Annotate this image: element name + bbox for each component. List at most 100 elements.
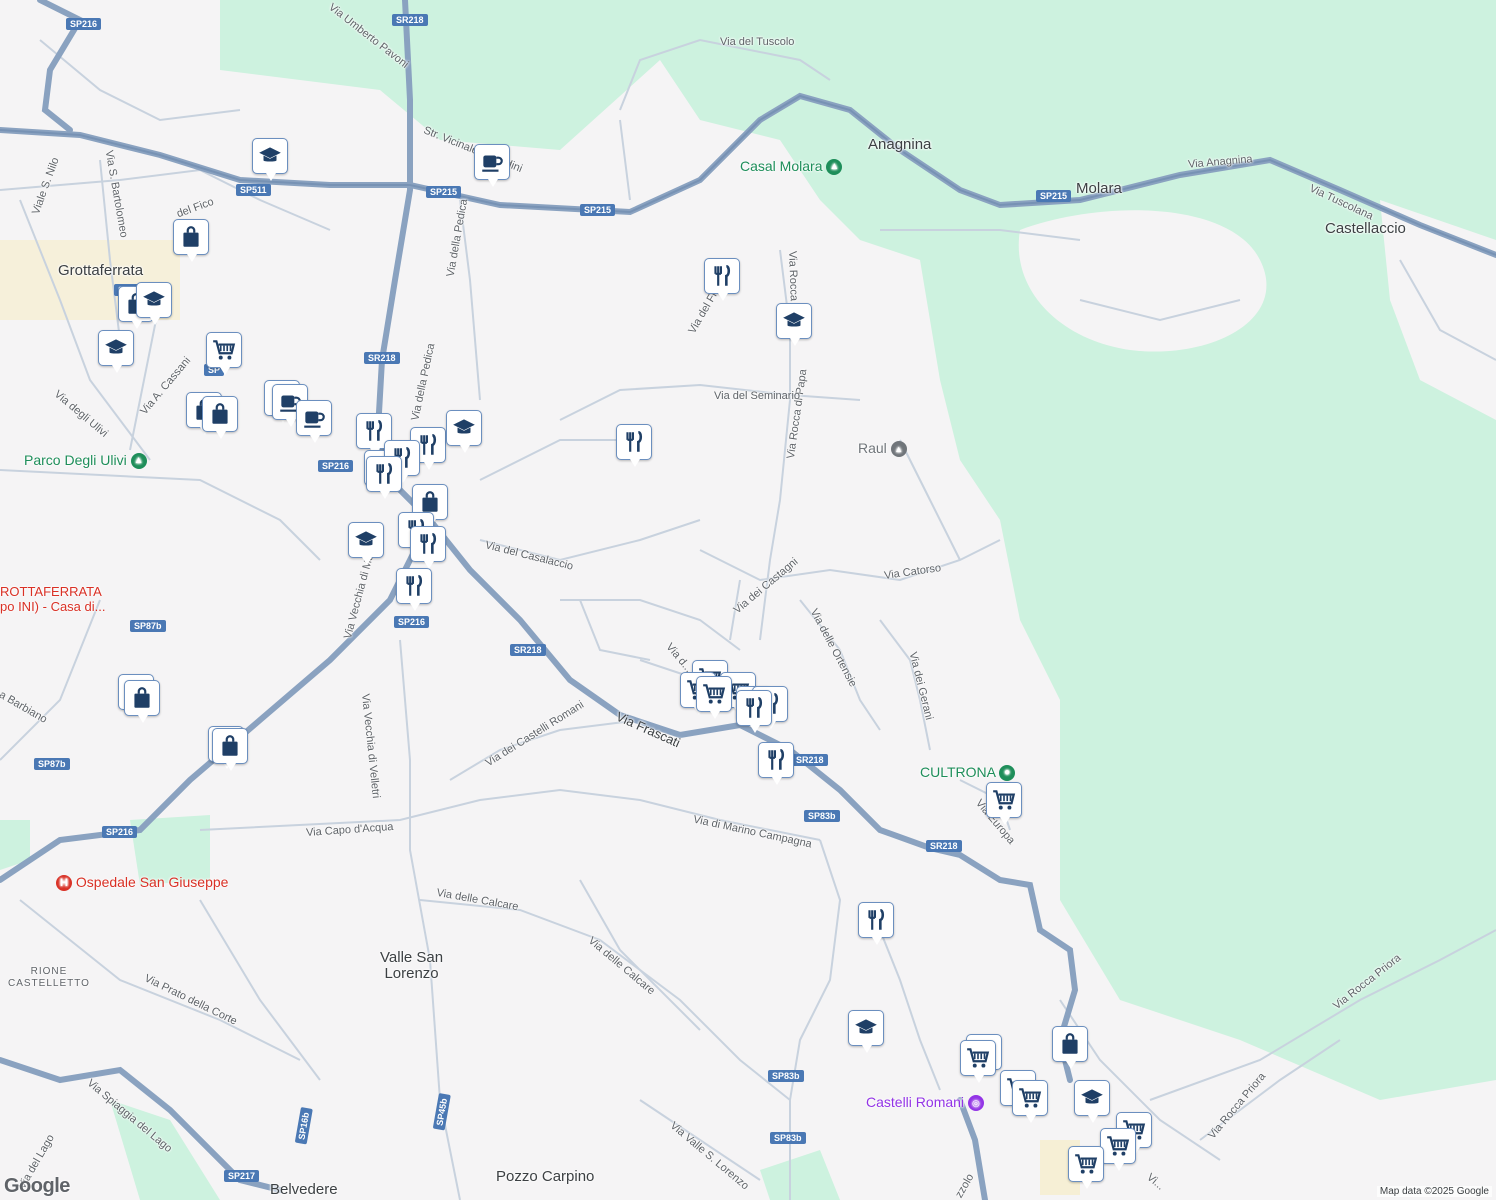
- shopping-bag-icon: [129, 685, 155, 711]
- place-label-belvedere: Belvedere: [270, 1181, 338, 1198]
- poi-pin[interactable]: [858, 902, 894, 945]
- road-shield: SP83b: [770, 1132, 806, 1144]
- restaurant-icon: [763, 747, 789, 773]
- cafe-icon: [479, 149, 505, 175]
- road-shield: SP216: [318, 460, 354, 472]
- shopping-bag-icon: [178, 224, 204, 250]
- poi-pin[interactable]: [474, 144, 510, 187]
- poi-pin[interactable]: [98, 330, 134, 373]
- poi-pin[interactable]: [410, 526, 446, 569]
- place-label-anagnina: Anagnina: [868, 136, 932, 153]
- poi-grottaferrata-clinic[interactable]: ROTTAFERRATA po INI) - Casa di...: [0, 584, 105, 614]
- school-icon: [853, 1015, 879, 1041]
- road-shield: SR218: [926, 840, 962, 852]
- poi-ospedale-san-giuseppe[interactable]: H Ospedale San Giuseppe: [56, 874, 228, 892]
- place-label-castellaccio: Castellaccio: [1325, 220, 1406, 237]
- road-shield: SP83b: [768, 1070, 804, 1082]
- road-shield: SP216: [394, 616, 430, 628]
- poi-pin[interactable]: [758, 742, 794, 785]
- poi-pin[interactable]: [252, 138, 288, 181]
- road-shield: SP215: [426, 186, 462, 198]
- road-shield: SP215: [1036, 190, 1072, 202]
- road-shield: SP217: [224, 1170, 260, 1182]
- tree-icon: ▲: [826, 159, 843, 176]
- grocery-cart-icon: [991, 787, 1017, 813]
- poi-pin[interactable]: [124, 680, 160, 723]
- hospital-icon: H: [56, 875, 72, 892]
- poi-castelli-romani[interactable]: Castelli Romani ◎: [866, 1094, 984, 1112]
- poi-pin[interactable]: [776, 303, 812, 346]
- poi-pin[interactable]: [1074, 1080, 1110, 1123]
- street-via-del-tuscolo: Via del Tuscolo: [720, 36, 795, 48]
- poi-pin[interactable]: [986, 782, 1022, 825]
- poi-pin[interactable]: [848, 1010, 884, 1053]
- shopping-bag-icon: [1057, 1031, 1083, 1057]
- road-shield: SR218: [792, 754, 828, 766]
- poi-pin[interactable]: [206, 332, 242, 375]
- poi-pin[interactable]: [616, 424, 652, 467]
- map-attribution: Map data ©2025 Google: [1376, 1186, 1492, 1197]
- poi-casal-molara[interactable]: Casal Molara ▲: [740, 158, 843, 176]
- place-label-rione-castelletto: RIONE CASTELLETTO: [8, 966, 90, 989]
- poi-pin[interactable]: [296, 400, 332, 443]
- restaurant-icon: [371, 461, 397, 487]
- poi-raul[interactable]: Raul ▲: [858, 440, 907, 458]
- poi-pin[interactable]: [704, 258, 740, 301]
- poi-pin[interactable]: [348, 522, 384, 565]
- school-icon: [103, 335, 129, 361]
- road-shield: SP216: [66, 18, 102, 30]
- place-label-grottaferrata: Grottaferrata: [58, 262, 144, 279]
- poi-pin[interactable]: [446, 410, 482, 453]
- street-via-rocca-1: Via Rocca: [786, 250, 800, 302]
- restaurant-icon: [401, 573, 427, 599]
- poi-pin[interactable]: [366, 456, 402, 499]
- poi-pin[interactable]: [960, 1040, 996, 1083]
- poi-pin[interactable]: [202, 396, 238, 439]
- shopping-bag-icon: [217, 733, 243, 759]
- school-icon: [781, 308, 807, 334]
- grocery-cart-icon: [1105, 1133, 1131, 1159]
- restaurant-icon: [741, 695, 767, 721]
- cafe-icon: [301, 405, 327, 431]
- attraction-icon: ◎: [967, 1095, 984, 1112]
- grocery-cart-icon: [1017, 1085, 1043, 1111]
- poi-pin[interactable]: [1100, 1128, 1136, 1171]
- road-shield: SP216: [102, 826, 138, 838]
- school-icon: [353, 527, 379, 553]
- poi-pin[interactable]: [212, 728, 248, 771]
- road-shield: SP215: [580, 204, 616, 216]
- poi-parco-degli-ulivi[interactable]: Parco Degli Ulivi ▲: [24, 452, 147, 470]
- poi-pin[interactable]: [736, 690, 772, 733]
- place-label-valle-san-lorenzo: Valle San Lorenzo: [380, 949, 444, 982]
- road-shield: SR218: [364, 352, 400, 364]
- street-via-del-seminario: Via del Seminario: [714, 390, 801, 402]
- poi-pin[interactable]: [136, 282, 172, 325]
- restaurant-icon: [621, 429, 647, 455]
- restaurant-icon: [415, 531, 441, 557]
- poi-pin[interactable]: [1052, 1026, 1088, 1069]
- poi-cultrona[interactable]: CULTRONA ●: [920, 764, 1016, 782]
- poi-pin[interactable]: [696, 676, 732, 719]
- school-icon: [1079, 1085, 1105, 1111]
- school-icon: [257, 143, 283, 169]
- grocery-cart-icon: [1073, 1151, 1099, 1177]
- tree-icon: ▲: [130, 453, 147, 470]
- poi-pin[interactable]: [173, 219, 209, 262]
- road-shield: SR218: [510, 644, 546, 656]
- school-icon: [451, 415, 477, 441]
- restaurant-icon: [863, 907, 889, 933]
- road-shield: SP87b: [34, 758, 70, 770]
- poi-pin[interactable]: [1068, 1146, 1104, 1189]
- shopping-bag-icon: [207, 401, 233, 427]
- road-shield: SP83b: [804, 810, 840, 822]
- restaurant-icon: [709, 263, 735, 289]
- google-logo: Google: [4, 1175, 70, 1197]
- poi-pin[interactable]: [1012, 1080, 1048, 1123]
- school-icon: ▲: [890, 441, 907, 458]
- map-canvas[interactable]: Grottaferrata Anagnina Molara Castellacc…: [0, 0, 1496, 1200]
- road-shield: SP87b: [130, 620, 166, 632]
- park-pin-icon: ●: [999, 765, 1016, 782]
- green-area-south: [760, 1150, 840, 1200]
- grocery-cart-icon: [965, 1045, 991, 1071]
- poi-pin[interactable]: [396, 568, 432, 611]
